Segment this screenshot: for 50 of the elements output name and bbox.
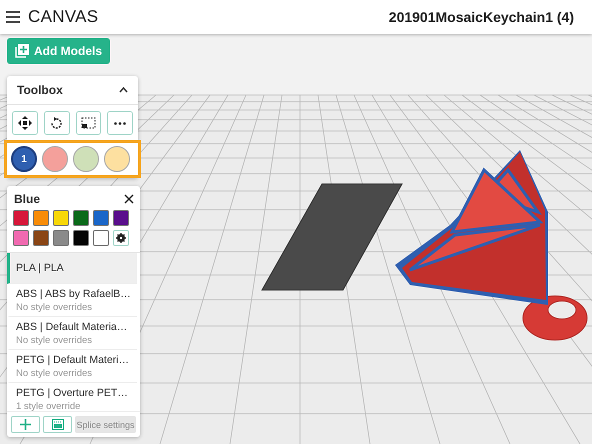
select-box-icon — [80, 117, 96, 129]
color-swatch[interactable] — [93, 230, 109, 246]
color-swatch[interactable] — [113, 210, 129, 226]
extruder-color[interactable] — [42, 146, 68, 172]
material-item[interactable]: PLA | PLA — [7, 253, 137, 284]
rotate-icon — [50, 116, 64, 130]
material-item[interactable]: ABS | ABS by RafaelB… No style overrides — [7, 284, 137, 317]
material-item[interactable]: PETG | Default Materi… No style overrides — [7, 350, 137, 383]
toolbox-title: Toolbox — [17, 83, 63, 97]
material-detail: No style overrides — [16, 302, 94, 313]
close-icon[interactable] — [124, 194, 134, 204]
color-swatch[interactable] — [33, 230, 49, 246]
more-button[interactable] — [107, 111, 133, 135]
material-item[interactable]: ABS | Default Materia… No style overrides — [7, 317, 137, 350]
color-swatch[interactable] — [13, 210, 29, 226]
color-name: Blue — [14, 192, 40, 206]
add-icon — [15, 44, 29, 58]
plus-icon — [20, 419, 31, 430]
material-name: ABS | ABS by RafaelB… — [16, 288, 131, 300]
color-swatch[interactable] — [73, 230, 89, 246]
color-swatch[interactable] — [53, 210, 69, 226]
chevron-icon[interactable] — [119, 87, 128, 93]
select-box-button[interactable] — [76, 111, 102, 135]
settings-button[interactable] — [113, 230, 129, 246]
color-swatch[interactable] — [53, 230, 69, 246]
material-detail: 1 style override — [16, 401, 82, 411]
extruder-color[interactable] — [104, 146, 130, 172]
material-name: PETG | Overture PET… — [16, 387, 129, 399]
material-name: PLA | PLA — [16, 262, 65, 274]
app-name: CANVAS — [28, 7, 100, 27]
color-swatch[interactable] — [13, 230, 29, 246]
color-swatch[interactable] — [73, 210, 89, 226]
extruder-color[interactable] — [73, 146, 99, 172]
color-swatch[interactable] — [33, 210, 49, 226]
extruder-color[interactable]: 1 — [11, 146, 37, 172]
add-button[interactable] — [11, 416, 40, 433]
material-name: ABS | Default Materia… — [16, 321, 128, 333]
rotate-button[interactable] — [44, 111, 70, 135]
material-detail: No style overrides — [16, 335, 94, 346]
move-icon — [18, 116, 32, 130]
gear-icon — [116, 233, 126, 243]
pattern-button[interactable] — [43, 416, 72, 433]
menu-icon[interactable] — [6, 11, 20, 23]
material-name: PETG | Default Materi… — [16, 354, 130, 366]
material-detail: No style overrides — [16, 368, 94, 379]
project-title: 201901MosaicKeychain1 (4) — [388, 9, 574, 25]
color-swatch[interactable] — [93, 210, 109, 226]
pattern-icon — [52, 419, 64, 430]
more-icon — [114, 122, 126, 124]
move-button[interactable] — [12, 111, 38, 135]
